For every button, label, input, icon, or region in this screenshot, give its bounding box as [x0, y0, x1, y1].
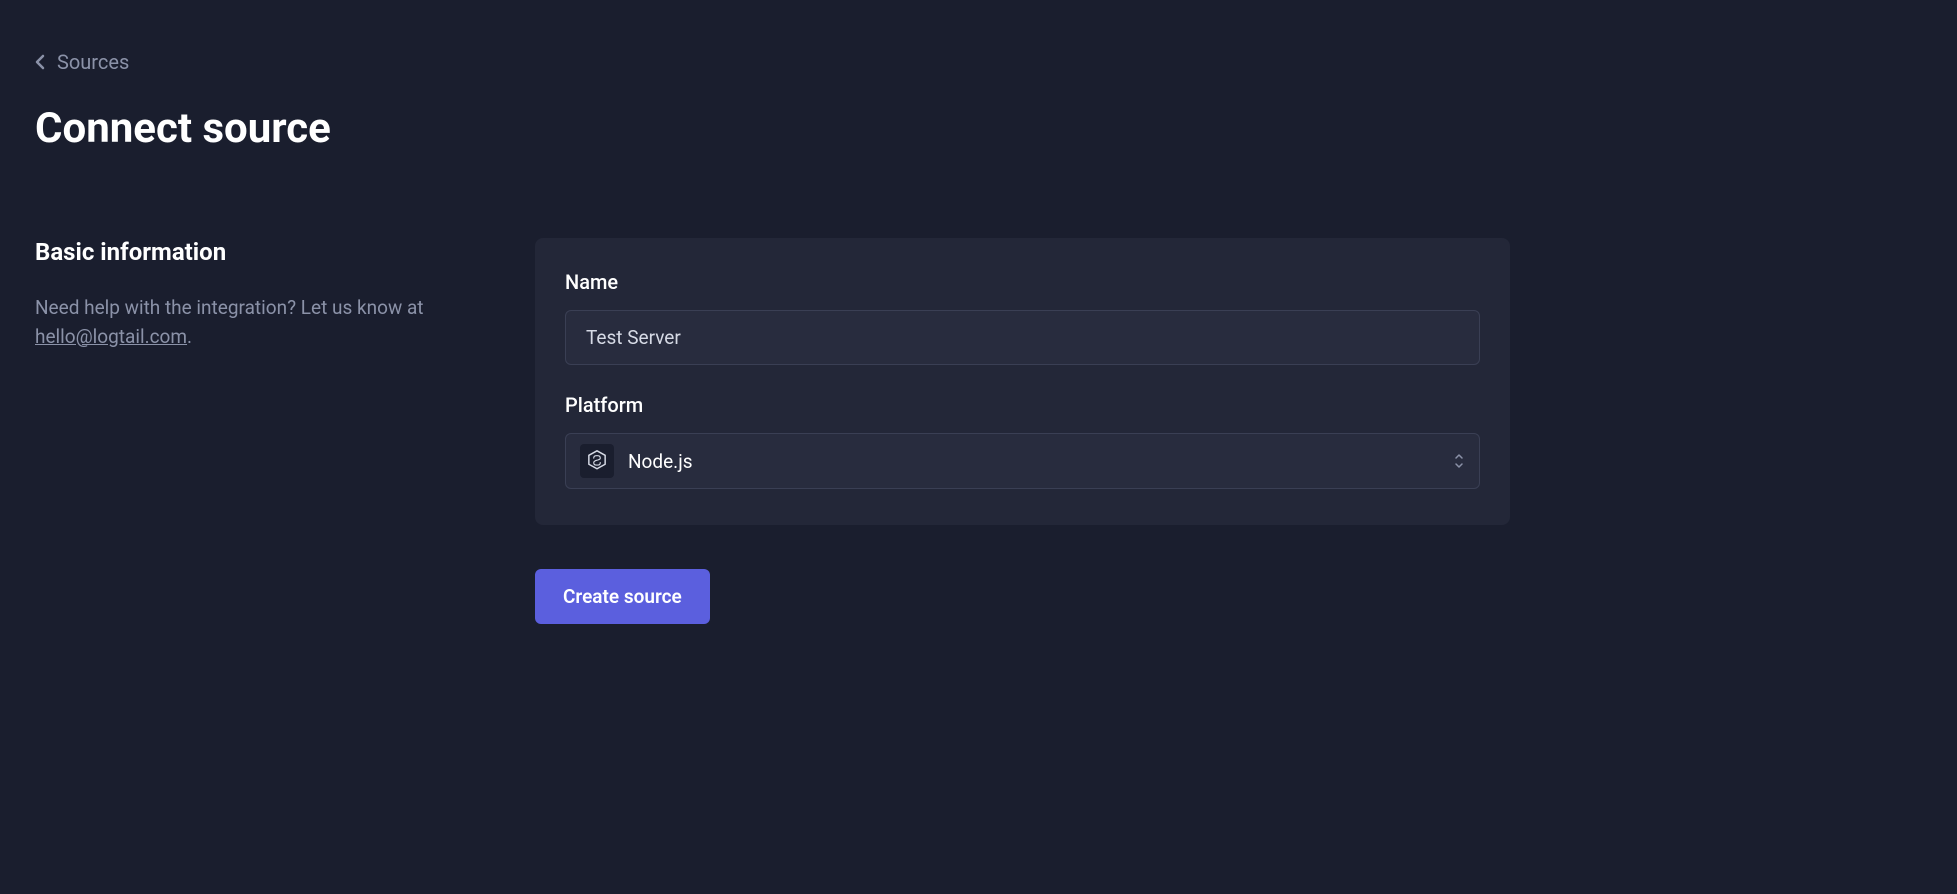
- breadcrumb-label: Sources: [57, 50, 129, 74]
- name-label: Name: [565, 270, 1480, 294]
- help-text-prefix: Need help with the integration? Let us k…: [35, 296, 424, 319]
- help-text-suffix: .: [187, 325, 192, 348]
- help-text: Need help with the integration? Let us k…: [35, 294, 475, 351]
- section-title: Basic information: [35, 238, 475, 266]
- platform-select[interactable]: Node.js: [565, 433, 1480, 489]
- help-email-link[interactable]: hello@logtail.com: [35, 325, 187, 348]
- sidebar-info: Basic information Need help with the int…: [35, 238, 475, 624]
- select-arrows-icon: [1453, 452, 1465, 470]
- platform-value: Node.js: [628, 450, 1439, 473]
- chevron-left-icon: [35, 54, 45, 70]
- create-source-button[interactable]: Create source: [535, 569, 710, 624]
- breadcrumb-back[interactable]: Sources: [35, 50, 1922, 74]
- nodejs-icon: [580, 444, 614, 478]
- platform-label: Platform: [565, 393, 1480, 417]
- name-input[interactable]: [565, 310, 1480, 365]
- form-card: Name Platform Node.j: [535, 238, 1510, 525]
- page-title: Connect source: [35, 104, 1922, 153]
